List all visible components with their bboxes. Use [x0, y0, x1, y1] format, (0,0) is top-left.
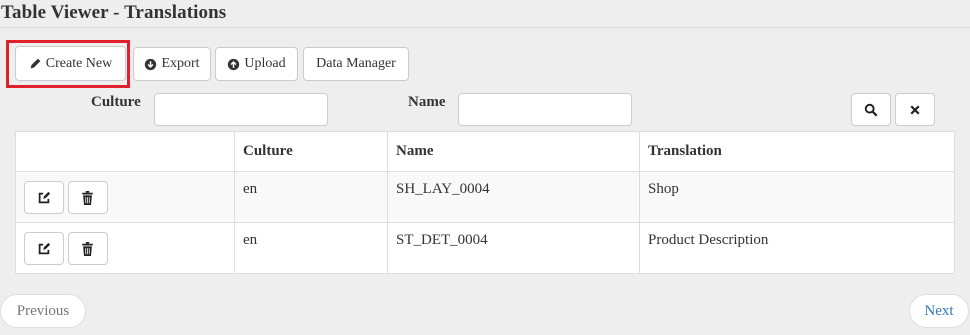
data-manager-label: Data Manager: [316, 56, 396, 71]
cell-culture: en: [234, 222, 388, 274]
export-button[interactable]: Export: [133, 47, 211, 81]
delete-button[interactable]: [67, 232, 108, 265]
column-header-name[interactable]: Name: [387, 131, 640, 172]
cell-translation: Product Description: [639, 222, 955, 274]
table-row: en ST_DET_0004 Product Description: [15, 222, 955, 274]
edit-button[interactable]: [24, 232, 64, 265]
cell-translation: Shop: [639, 171, 955, 223]
trash-icon: [82, 241, 93, 256]
edit-icon: [38, 191, 51, 203]
column-header-translation[interactable]: Translation: [639, 131, 955, 172]
table-header-row: Culture Name Translation: [15, 131, 955, 172]
cell-name: SH_LAY_0004: [387, 171, 640, 223]
cell-culture: en: [234, 171, 388, 223]
cell-name: ST_DET_0004: [387, 222, 640, 274]
close-icon: [909, 104, 921, 116]
translations-table: Culture Name Translation en SH_LAY_0004 …: [15, 131, 955, 274]
clear-button[interactable]: [895, 93, 935, 126]
next-page-button[interactable]: Next: [909, 294, 969, 328]
column-header-actions: [15, 131, 235, 172]
row-actions: [15, 222, 235, 274]
trash-icon: [82, 190, 93, 205]
upload-button[interactable]: Upload: [215, 47, 298, 81]
page-title: Table Viewer - Translations: [1, 2, 227, 23]
culture-filter-input[interactable]: [154, 93, 328, 126]
name-filter-input[interactable]: [458, 93, 632, 126]
upload-label: Upload: [244, 56, 286, 71]
edit-icon: [38, 242, 51, 254]
upload-circle-icon: [227, 58, 240, 71]
search-icon: [864, 103, 878, 117]
search-button[interactable]: [851, 93, 891, 126]
data-manager-button[interactable]: Data Manager: [303, 47, 409, 81]
highlight-box: [6, 40, 130, 88]
title-divider: [0, 27, 970, 28]
edit-button[interactable]: [24, 181, 64, 214]
name-filter-label: Name: [408, 94, 446, 110]
previous-page-button[interactable]: Previous: [0, 294, 86, 328]
delete-button[interactable]: [67, 181, 108, 214]
column-header-culture[interactable]: Culture: [234, 131, 388, 172]
row-actions: [15, 171, 235, 223]
export-label: Export: [161, 56, 200, 71]
table-row: en SH_LAY_0004 Shop: [15, 171, 955, 223]
culture-filter-label: Culture: [91, 94, 141, 110]
download-circle-icon: [144, 58, 157, 71]
